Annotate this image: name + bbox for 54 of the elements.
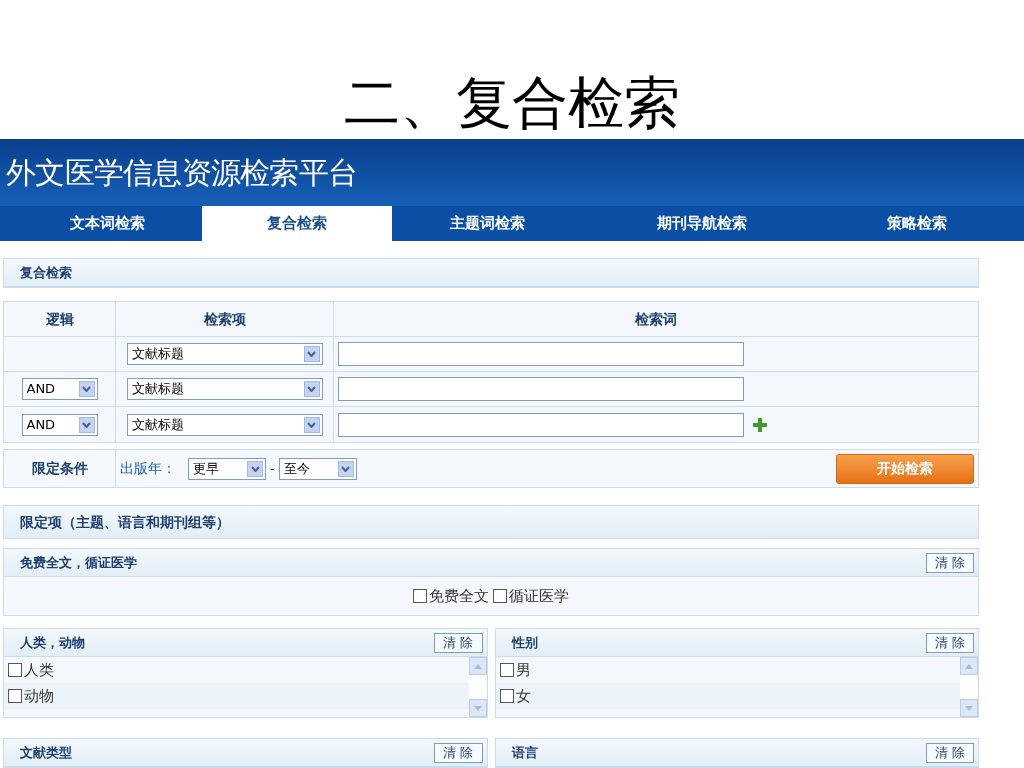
section-title: 限定项（主题、语言和期刊组等） (20, 512, 230, 532)
nav-tab[interactable]: 期刊导航检索 (582, 205, 822, 241)
checkbox[interactable] (493, 589, 507, 603)
column-header: 逻辑 (4, 302, 116, 336)
dropdown[interactable]: AND (21, 378, 98, 400)
slide-title: 二、复合检索 (344, 75, 680, 132)
checkbox-label: 男 (515, 659, 531, 681)
checkbox-label: 免费全文 (429, 585, 489, 607)
checkbox[interactable] (499, 689, 514, 703)
nav-tab[interactable]: 策略检索 (822, 205, 1012, 241)
limits-label: 限定条件 (31, 459, 88, 478)
clear-button[interactable]: 清 除 (925, 632, 974, 653)
checkbox[interactable] (8, 663, 22, 677)
search-term-field[interactable] (338, 412, 744, 437)
clear-button[interactable]: 清 除 (434, 742, 483, 763)
checkbox-label: 人类 (24, 659, 54, 681)
column-header: 检索词 (634, 309, 678, 329)
scrollbar[interactable] (960, 657, 978, 717)
dropdown[interactable]: 更早 (188, 457, 266, 480)
scroll-down-icon[interactable] (965, 705, 973, 711)
checkbox[interactable] (8, 689, 22, 703)
dropdown[interactable]: AND (21, 413, 98, 436)
panel-title: 文献类型 (20, 743, 72, 762)
panel-title: 复合检索 (20, 263, 72, 282)
panel-title: 语言 (511, 743, 538, 762)
checkbox-label: 动物 (24, 685, 54, 707)
nav-tab[interactable]: 主题词检索 (392, 205, 582, 241)
range-separator: - (270, 459, 275, 478)
search-term-field[interactable] (338, 377, 744, 401)
clear-button[interactable]: 清 除 (925, 552, 974, 573)
dropdown[interactable]: 文献标题 (126, 413, 323, 436)
clear-button[interactable]: 清 除 (925, 742, 974, 763)
clear-button[interactable]: 清 除 (434, 632, 483, 653)
nav-tab[interactable]: 复合检索 (202, 205, 392, 241)
scroll-up-icon[interactable] (473, 663, 482, 669)
checkbox[interactable] (413, 589, 427, 603)
column-header: 检索项 (116, 302, 334, 336)
add-icon[interactable] (752, 416, 768, 433)
scrollbar[interactable] (468, 657, 487, 717)
panel-title: 人类，动物 (20, 633, 85, 652)
year-label: 出版年： (120, 459, 176, 478)
nav-tab[interactable]: 文本词检索 (12, 205, 202, 241)
dropdown[interactable]: 文献标题 (126, 343, 323, 365)
dropdown[interactable]: 文献标题 (126, 378, 323, 400)
panel-title: 性别 (511, 633, 538, 652)
dropdown[interactable]: 至今 (278, 457, 357, 480)
site-title: 外文医学信息资源检索平台 (6, 153, 357, 192)
search-term-field[interactable] (338, 342, 744, 366)
panel-title: 免费全文，循证医学 (20, 553, 137, 572)
checkbox-label: 女 (515, 685, 531, 707)
scroll-down-icon[interactable] (473, 705, 482, 711)
checkbox-label: 循证医学 (509, 585, 569, 607)
scroll-up-icon[interactable] (965, 663, 973, 669)
checkbox[interactable] (499, 663, 514, 677)
